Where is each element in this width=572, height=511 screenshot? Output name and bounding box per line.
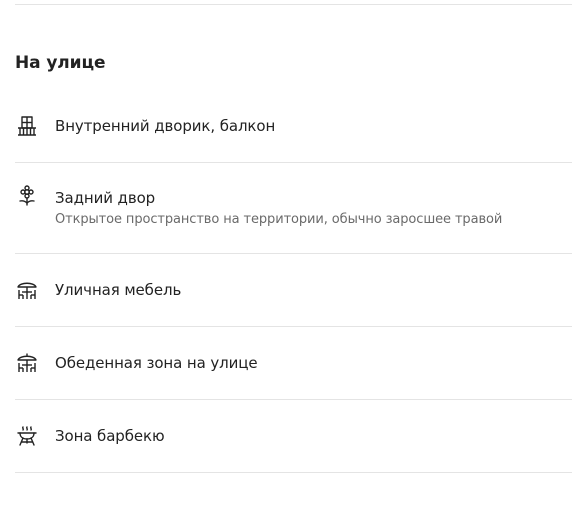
item-label: Уличная мебель [55,281,182,299]
list-item-bbq: Зона барбекю [15,400,572,473]
list-item-outdoor-furniture: Уличная мебель [15,254,572,327]
list-item-balcony: Внутренний дворик, балкон [15,90,572,163]
top-divider [15,4,572,5]
backyard-icon [15,183,39,207]
section-title: На улице [15,53,106,73]
outdoor-furniture-icon [15,278,39,302]
item-label: Внутренний дворик, балкон [55,117,276,135]
list-item-outdoor-dining: Обеденная зона на улице [15,327,572,400]
list-item-backyard: Задний двор Открытое пространство на тер… [15,163,572,254]
outdoor-dining-icon [15,351,39,375]
item-label: Задний двор [55,188,156,207]
bbq-grill-icon [15,424,39,448]
balcony-icon [15,114,39,138]
item-label: Зона барбекю [55,427,165,445]
item-description: Открытое пространство на территории, обы… [55,211,503,227]
amenities-list: Внутренний дворик, балкон Задний двор От… [15,90,572,473]
item-label: Обеденная зона на улице [55,354,258,372]
